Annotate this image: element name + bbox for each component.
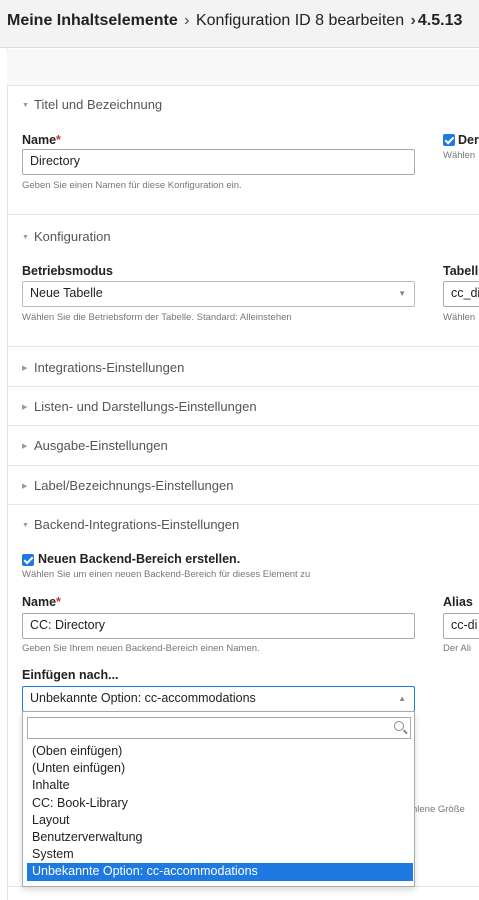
collapse-icon: ▼ [22,102,29,109]
section-output-header[interactable]: ▶ Ausgabe-Einstellungen [22,438,168,453]
divider [7,465,479,466]
dropdown-option[interactable]: Benutzerverwaltung [27,829,413,846]
section-label-header[interactable]: ▶ Label/Bezeichnungs-Einstellungen [22,478,233,493]
chevron-up-icon: ▲ [398,694,406,703]
dropdown-option[interactable]: System [27,846,413,863]
search-icon [394,721,404,731]
dropdown-option[interactable]: (Oben einfügen) [27,743,413,760]
expand-icon: ▶ [22,404,28,411]
breadcrumb-root[interactable]: Meine Inhaltselemente [7,12,178,29]
divider [7,214,479,215]
collapse-icon: ▼ [22,234,29,241]
mode-select-value: Neue Tabelle [30,286,103,300]
expand-icon: ▶ [22,443,28,450]
divider [7,504,479,505]
backend-name-input[interactable]: CC: Directory [22,613,415,639]
divider [7,386,479,387]
checkbox-icon[interactable] [443,134,455,146]
dropdown-options: (Oben einfügen) (Unten einfügen) Inhalte CC… [27,743,413,881]
backend-name-label: Name* [22,595,61,609]
dropdown-option[interactable]: (Unten einfügen) [27,760,413,777]
table-help-fragment: Wählen [443,312,476,323]
mode-help: Wählen Sie die Betriebsform der Tabelle.… [22,312,292,323]
mode-label: Betriebsmodus [22,264,113,278]
alias-label: Alias [443,595,473,609]
dropdown-option[interactable]: Inhalte [27,777,413,794]
section-label: Listen- und Darstellungs-Einstellungen [34,399,257,414]
backend-name-help: Geben Sie Ihrem neuen Backend-Bereich ei… [22,643,260,654]
mode-select[interactable]: Neue Tabelle ▼ [22,281,415,307]
header-bar: Meine Inhaltselemente › Konfiguration ID… [0,0,479,48]
dropdown-option[interactable]: CC: Book-Library [27,795,413,812]
insert-after-value: Unbekannte Option: cc-accommodations [30,691,256,705]
section-label: Integrations-Einstellungen [34,360,185,375]
chevron-down-icon: ▼ [398,289,406,298]
section-label: Konfiguration [34,229,111,244]
version-label: 4.5.13 [417,12,463,29]
insert-after-select[interactable]: Unbekannte Option: cc-accommodations ▲ [22,686,415,712]
divider [7,346,479,347]
breadcrumb-current: Konfiguration ID 8 bearbeiten [195,12,405,29]
divider [7,425,479,426]
checkbox-icon[interactable] [22,554,34,566]
alias-input[interactable]: cc-di [443,613,479,639]
section-backend-header[interactable]: ▼ Backend-Integrations-Einstellungen [22,517,239,532]
name-help: Geben Sie einen Namen für diese Konfigur… [22,180,242,191]
section-label: Backend-Integrations-Einstellungen [34,517,240,532]
insert-after-dropdown: (Oben einfügen) (Unten einfügen) Inhalte CC… [22,711,415,887]
dropdown-option[interactable]: Layout [27,812,413,829]
create-backend-help: Wählen Sie um einen neuen Backend-Bereic… [22,569,311,580]
section-list-header[interactable]: ▶ Listen- und Darstellungs-Einstellungen [22,399,257,414]
breadcrumb-separator: › [410,12,416,29]
section-label: Titel und Bezeichnung [34,97,163,112]
table-input[interactable]: cc_di [443,281,479,307]
collapse-icon: ▼ [22,522,29,529]
insert-after-label: Einfügen nach... [22,668,119,682]
section-title-header[interactable]: ▼ Titel und Bezeichnung [22,97,162,112]
section-config-header[interactable]: ▼ Konfiguration [22,229,111,244]
name-input[interactable]: Directory [22,149,415,175]
breadcrumb-separator: › [184,12,190,29]
section-label: Label/Bezeichnungs-Einstellungen [34,478,234,493]
panel-toolbar [7,49,479,86]
expand-icon: ▶ [22,365,28,372]
create-backend-label[interactable]: Neuen Backend-Bereich erstellen. [38,552,240,566]
size-help-fragment: hlene Größe [412,804,465,815]
dropdown-option[interactable]: Unbekannte Option: cc-accommodations [27,863,413,881]
alias-help-fragment: Der Ali [443,643,471,654]
breadcrumb: Meine Inhaltselemente › Konfiguration ID… [7,12,462,30]
dropdown-search-input[interactable] [27,717,411,739]
right-help-fragment: Wählen [443,150,476,161]
table-label-fragment: Tabell [443,264,479,278]
name-label: Name* [22,133,61,147]
section-label: Ausgabe-Einstellungen [34,438,168,453]
right-label-fragment: Der [458,133,479,147]
expand-icon: ▶ [22,483,28,490]
section-integration-header[interactable]: ▶ Integrations-Einstellungen [22,360,184,375]
